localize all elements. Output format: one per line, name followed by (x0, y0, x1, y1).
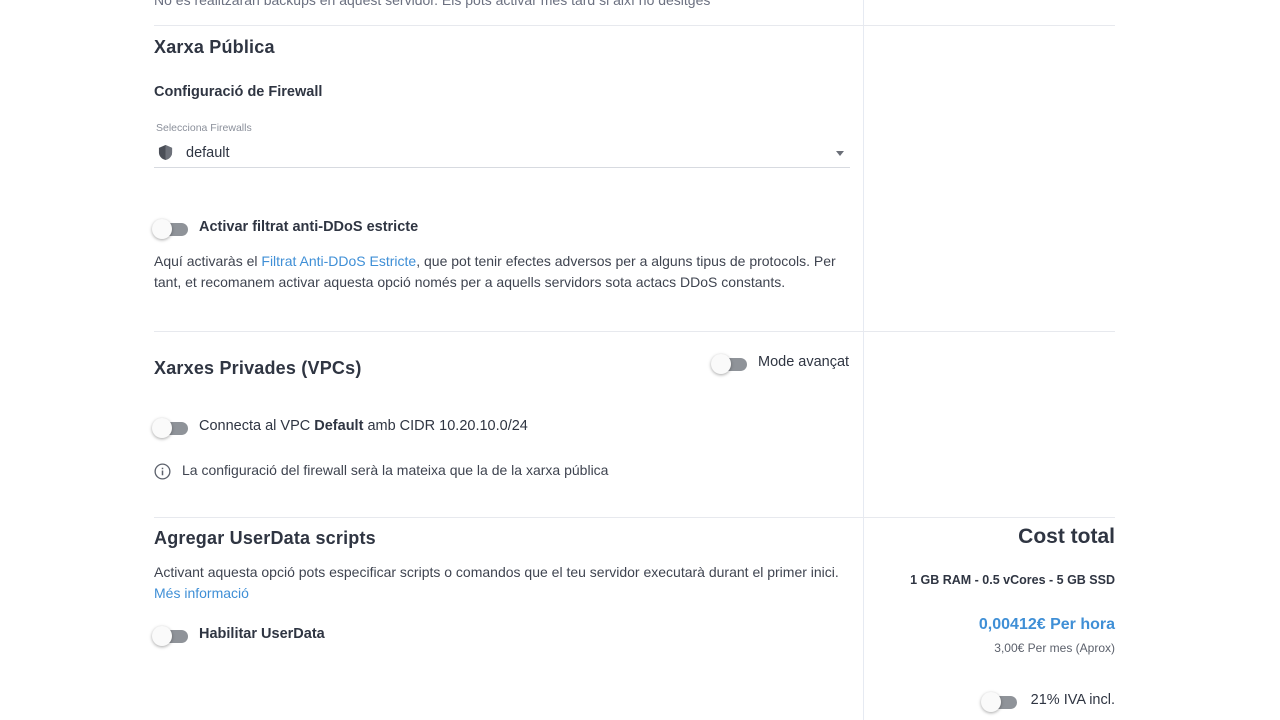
firewall-config-heading: Configuració de Firewall (154, 84, 323, 100)
vpc-connect-toggle[interactable] (152, 417, 190, 439)
backup-note-text: No es realitzaran backups en aquest serv… (154, 0, 711, 8)
firewall-select-label: Selecciona Firewalls (156, 122, 252, 134)
userdata-description: Activant aquesta opció pots especificar … (154, 562, 844, 603)
chevron-down-icon[interactable] (836, 151, 844, 156)
more-info-link[interactable]: Més informació (154, 585, 249, 601)
shield-icon (158, 145, 173, 160)
section-divider (154, 25, 1115, 26)
vpc-connect-prefix: Connecta al VPC (199, 418, 315, 434)
advanced-mode-toggle[interactable] (711, 353, 749, 375)
vpc-cidr: 10.20.10.0/24 (439, 418, 528, 434)
firewall-select-value: default (186, 145, 230, 161)
vat-label: 21% IVA incl. (1030, 692, 1115, 708)
public-network-title: Xarxa Pública (154, 37, 275, 57)
column-divider (863, 0, 864, 720)
price-per-hour: 0,00412€ Per hora (978, 616, 1115, 633)
ddos-desc-text: Aquí activaràs el (154, 253, 262, 269)
vpc-connect-label: Connecta al VPC Default amb CIDR 10.20.1… (199, 418, 528, 434)
firewall-select[interactable]: default (154, 140, 850, 168)
toggle-knob (152, 626, 172, 646)
cost-total-title: Cost total (1018, 525, 1115, 548)
advanced-mode-label: Mode avançat (758, 354, 850, 370)
section-divider (154, 331, 1115, 332)
userdata-title: Agregar UserData scripts (154, 528, 376, 548)
ddos-filter-toggle[interactable] (152, 218, 190, 240)
userdata-toggle[interactable] (152, 625, 190, 647)
toggle-knob (152, 219, 172, 239)
section-divider (154, 517, 1115, 518)
ddos-filter-link[interactable]: Filtrat Anti-DDoS Estricte (261, 253, 416, 269)
price-per-month: 3,00€ Per mes (Aprox) (994, 641, 1115, 655)
toggle-knob (711, 354, 731, 374)
toggle-knob (152, 418, 172, 438)
info-icon (154, 463, 171, 480)
userdata-toggle-label: Habilitar UserData (199, 626, 325, 642)
ddos-description: Aquí activaràs el Filtrat Anti-DDoS Estr… (154, 251, 844, 292)
server-spec: 1 GB RAM - 0.5 vCores - 5 GB SSD (910, 573, 1115, 587)
toggle-knob (981, 692, 1001, 712)
vpc-connect-mid: amb CIDR (363, 418, 440, 434)
vat-toggle[interactable] (981, 691, 1019, 713)
firewall-info-text: La configuració del firewall serà la mat… (182, 462, 609, 478)
private-networks-title: Xarxes Privades (VPCs) (154, 358, 362, 378)
ddos-filter-label: Activar filtrat anti-DDoS estricte (199, 219, 419, 235)
vpc-name: Default (314, 418, 364, 434)
userdata-desc-text: Activant aquesta opció pots especificar … (154, 564, 839, 580)
